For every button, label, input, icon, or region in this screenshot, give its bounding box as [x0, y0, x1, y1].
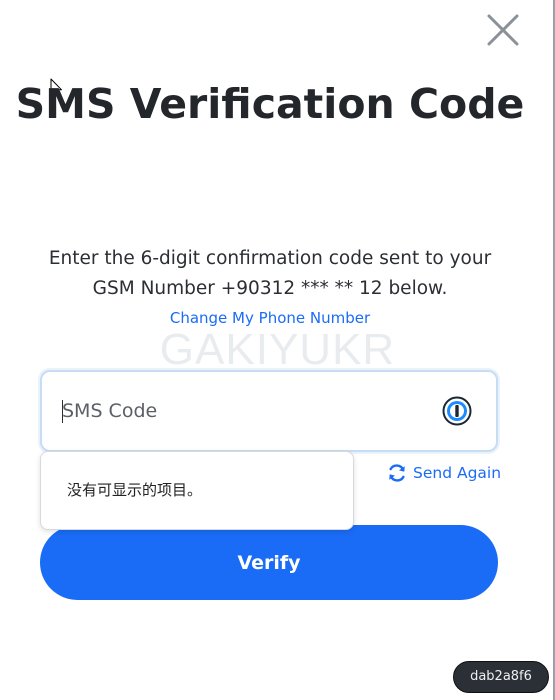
refresh-icon	[389, 464, 405, 482]
send-again-button[interactable]: Send Again	[387, 461, 501, 485]
verify-button[interactable]: Verify	[40, 525, 498, 600]
close-button[interactable]	[486, 13, 520, 47]
autofill-dropdown: 没有可显示的项目。	[40, 451, 354, 530]
close-icon	[487, 14, 519, 46]
sms-code-field	[40, 370, 498, 452]
sms-code-input[interactable]	[62, 372, 422, 450]
instruction-text: Enter the 6-digit confirmation code sent…	[48, 248, 492, 299]
autofill-empty-message: 没有可显示的项目。	[67, 481, 203, 499]
send-again-label: Send Again	[413, 464, 502, 482]
password-manager-icon[interactable]	[442, 396, 472, 426]
id-badge: dab2a8f6	[453, 661, 549, 693]
page-title: SMS Verification Code	[15, 80, 525, 128]
text-caret	[62, 400, 63, 423]
